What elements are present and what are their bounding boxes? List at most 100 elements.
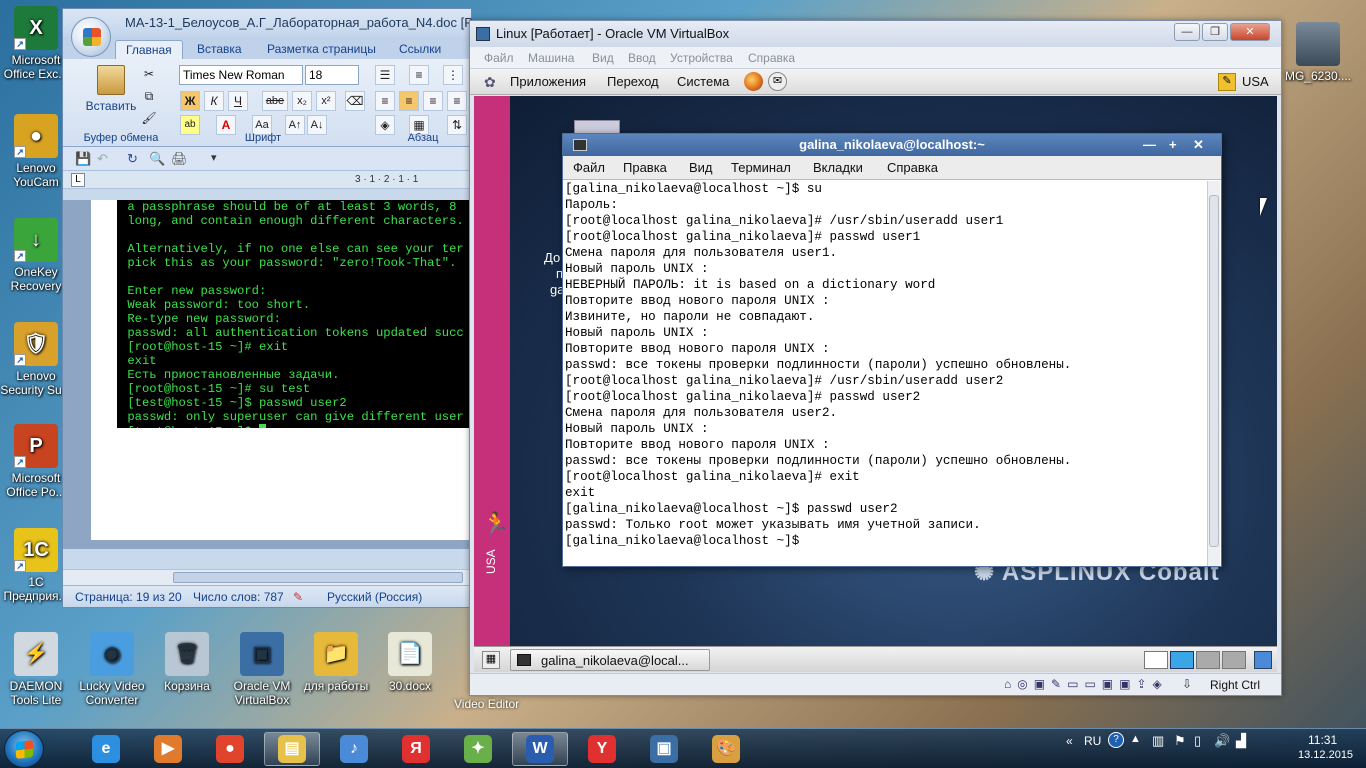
status-page[interactable]: Страница: 19 из 20 (75, 590, 182, 604)
document-page[interactable]: a passphrase should be of at least 3 wor… (91, 200, 471, 540)
workspace-1[interactable] (1144, 651, 1168, 669)
workspace-3[interactable] (1196, 651, 1220, 669)
tab-page-layout[interactable]: Разметка страницы (257, 40, 386, 58)
minimize-button[interactable]: — (1174, 23, 1200, 41)
justify-icon[interactable]: ≡ (447, 91, 467, 111)
italic-button[interactable]: К (204, 91, 224, 111)
format-painter-icon[interactable]: 🖌 (139, 109, 159, 129)
cut-icon[interactable]: ✂ (139, 65, 159, 85)
trash-icon[interactable] (1254, 651, 1272, 669)
volume-icon[interactable]: 🔊 (1214, 733, 1230, 749)
action-center-icon[interactable]: ⚑ (1174, 733, 1186, 749)
spellcheck-icon[interactable]: ✎ (293, 590, 303, 604)
close-button[interactable]: ✕ (1230, 23, 1270, 41)
align-left-icon[interactable]: ≡ (375, 91, 395, 111)
panel-applications[interactable]: Приложения (510, 74, 586, 89)
clock-date[interactable]: 13.12.2015 (1298, 749, 1353, 761)
mail-icon[interactable]: ✉ (768, 72, 787, 91)
tab-references[interactable]: Ссылки (389, 40, 451, 58)
term-menu-edit[interactable]: Правка (623, 160, 667, 175)
term-menu-view[interactable]: Вид (689, 160, 713, 175)
terminal-output[interactable]: [galina_nikolaeva@localhost ~]$ su Пароль… (565, 181, 1207, 566)
strikethrough-button[interactable]: abe (262, 91, 288, 111)
term-menu-file[interactable]: Файл (573, 160, 605, 175)
align-right-icon[interactable]: ≡ (423, 91, 443, 111)
terminal-minimize-icon[interactable]: — (1143, 134, 1156, 156)
paste-button[interactable]: Вставить (83, 65, 139, 121)
taskbar-tools-icon[interactable]: ✦ (450, 732, 506, 766)
redo-icon[interactable]: ↻ (127, 151, 138, 167)
video-editor-label[interactable]: Video Editor (454, 697, 519, 711)
vbox-menu-machine[interactable]: Машина (528, 51, 574, 65)
taskbar-audio-icon[interactable]: ♪ (326, 732, 382, 766)
tab-stop-icon[interactable]: L (71, 173, 85, 187)
workspace-2[interactable] (1170, 651, 1194, 669)
terminal-window[interactable]: galina_nikolaeva@localhost:~ — + ✕ Файл … (562, 133, 1222, 567)
language-indicator[interactable]: RU (1084, 734, 1101, 748)
desktop-icon[interactable]: ▣ Oracle VM VirtualBox (226, 632, 298, 707)
desktop-icon[interactable]: 📁 для работы (300, 632, 372, 693)
horizontal-scrollbar[interactable] (63, 569, 471, 585)
tray-overflow-icon[interactable]: ▲ (1130, 733, 1141, 745)
term-menu-tabs[interactable]: Вкладки (813, 160, 863, 175)
taskbar-paint-icon[interactable]: 🎨 (698, 732, 754, 766)
desktop-icon[interactable]: 📄 30.docx (374, 632, 446, 693)
panel-system[interactable]: Система (677, 74, 729, 89)
term-menu-help[interactable]: Справка (887, 160, 938, 175)
desktop-icon-image-file[interactable]: MG_6230.... (1282, 22, 1354, 83)
terminal-maximize-icon[interactable]: + (1169, 134, 1177, 156)
taskbar-ie-icon[interactable]: e (78, 732, 134, 766)
shrink-font-button[interactable]: A↓ (307, 115, 327, 135)
vbox-menu-view[interactable]: Вид (592, 51, 614, 65)
desktop-icon[interactable]: ⚡ DAEMON Tools Lite (0, 632, 72, 707)
help-icon[interactable]: ? (1108, 732, 1124, 748)
wifi-icon[interactable]: ▟ (1236, 733, 1246, 749)
bullets-icon[interactable]: ☰ (375, 65, 395, 85)
word-window[interactable]: МА-13-1_Белоусов_А.Г_Лабораторная_работа… (62, 8, 504, 608)
taskbar-explorer-icon[interactable]: ▤ (264, 732, 320, 766)
guest-taskbar-item[interactable]: galina_nikolaeva@local... (510, 649, 710, 671)
word-titlebar[interactable]: МА-13-1_Белоусов_А.Г_Лабораторная_работа… (63, 9, 504, 37)
workspace-4[interactable] (1222, 651, 1246, 669)
bold-button[interactable]: Ж (180, 91, 200, 111)
desktop-icon[interactable]: ◉ Lucky Video Converter (76, 632, 148, 707)
taskbar-word-icon[interactable]: W (512, 732, 568, 766)
quick-print-icon[interactable]: 🖨 (171, 151, 188, 167)
font-size-combo[interactable]: 18 (305, 65, 359, 85)
terminal-close-icon[interactable]: ✕ (1193, 134, 1204, 156)
vbox-menu-input[interactable]: Ввод (628, 51, 656, 65)
superscript-button[interactable]: x² (316, 91, 336, 111)
undo-icon[interactable]: ↶ (97, 151, 108, 167)
taskbar-virtualbox-icon[interactable]: ▣ (636, 732, 692, 766)
font-name-combo[interactable]: Times New Roman (179, 65, 303, 85)
highlight-button[interactable]: ab (180, 115, 200, 135)
underline-button[interactable]: Ч (228, 91, 248, 111)
firefox-icon[interactable] (744, 72, 763, 91)
term-menu-terminal[interactable]: Терминал (731, 160, 791, 175)
vbox-titlebar[interactable]: Linux [Работает] - Oracle VM VirtualBox … (470, 21, 1281, 47)
tab-insert[interactable]: Вставка (187, 40, 252, 58)
shading-icon[interactable]: ◈ (375, 115, 395, 135)
tray-more-icon[interactable]: « (1066, 734, 1073, 748)
clock-time[interactable]: 11:31 (1308, 733, 1337, 747)
save-icon[interactable]: 💾 (75, 151, 91, 167)
clear-format-icon[interactable]: ⌫ (345, 91, 365, 111)
taskbar-yandex-browser-icon[interactable]: Y (574, 732, 630, 766)
vbox-menu-help[interactable]: Справка (748, 51, 795, 65)
taskbar-yandex-icon[interactable]: Я (388, 732, 444, 766)
taskbar-chrome-icon[interactable]: ● (202, 732, 258, 766)
terminal-scrollbar[interactable] (1207, 181, 1220, 566)
taskbar-media-icon[interactable]: ▶ (140, 732, 196, 766)
keyboard-layout[interactable]: USA (1242, 74, 1269, 89)
office-button[interactable] (71, 17, 111, 57)
align-center-icon[interactable]: ≡ (399, 91, 419, 111)
multilevel-list-icon[interactable]: ⋮ (443, 65, 463, 85)
show-desktop-icon[interactable]: ▦ (482, 651, 500, 669)
terminal-titlebar[interactable]: galina_nikolaeva@localhost:~ — + ✕ (563, 134, 1221, 156)
vbox-menu-file[interactable]: Файл (484, 51, 514, 65)
vbox-status-icons[interactable]: ⌂◎▣✎▭▭▣▣⇪◈ (1004, 677, 1168, 691)
scroll-thumb[interactable] (173, 572, 463, 583)
copy-icon[interactable]: ⧉ (139, 87, 159, 107)
numbering-icon[interactable]: ≡ (409, 65, 429, 85)
tab-home[interactable]: Главная (115, 40, 183, 59)
